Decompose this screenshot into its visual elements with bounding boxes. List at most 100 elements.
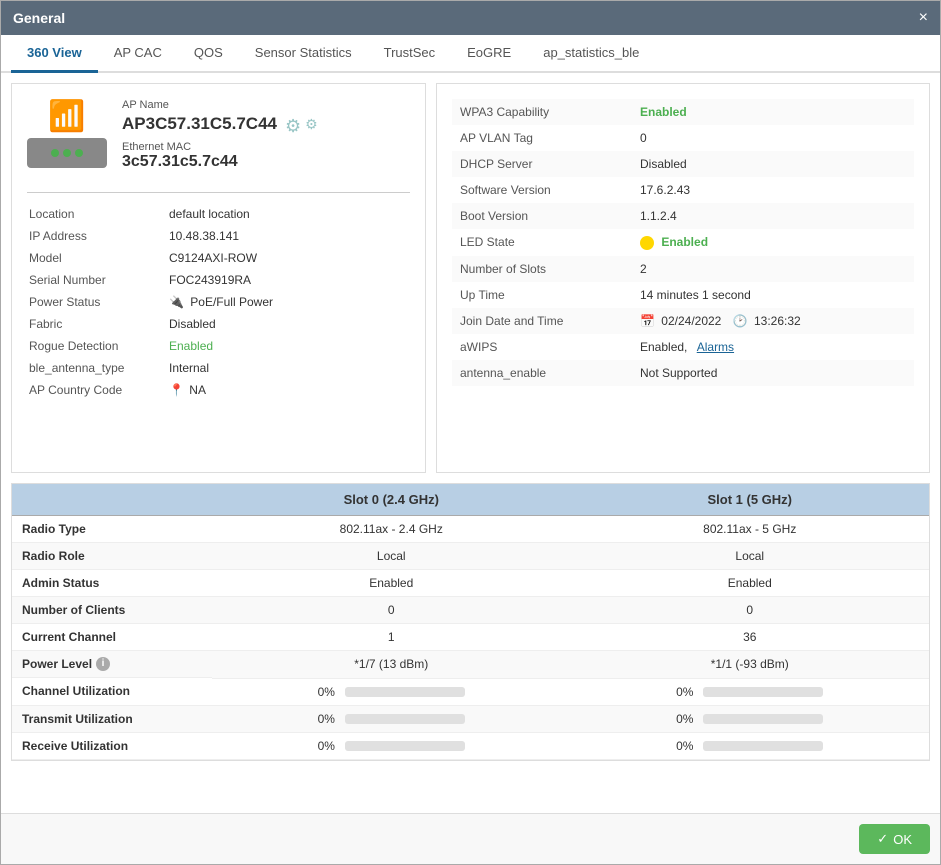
tab-apcac[interactable]: AP CAC — [98, 35, 178, 73]
left-panel: 📶 AP Name — [11, 83, 426, 473]
util-pct-1-rx: 0% — [676, 739, 693, 753]
value-ble: Internal — [167, 357, 410, 379]
awips-alarms-link[interactable]: Alarms — [697, 340, 734, 354]
right-label-boot: Boot Version — [452, 203, 632, 229]
right-label-uptime: Up Time — [452, 282, 632, 308]
ap-wifi-icon: 📶 — [27, 99, 107, 172]
util-pct-0-channel: 0% — [318, 685, 335, 699]
tab-qos[interactable]: QOS — [178, 35, 239, 73]
right-row-boot: Boot Version 1.1.2.4 — [452, 203, 914, 229]
right-row-software: Software Version 17.6.2.43 — [452, 177, 914, 203]
right-value-boot: 1.1.2.4 — [632, 203, 914, 229]
tab-apstatsble[interactable]: ap_statistics_ble — [527, 35, 655, 73]
tab-bar: 360 View AP CAC QOS Sensor Statistics Tr… — [1, 35, 940, 73]
slot0-tx-util: 0% — [212, 705, 571, 732]
info-row-country: AP Country Code 📍 NA — [27, 379, 410, 401]
right-panel: WPA3 Capability Enabled AP VLAN Tag 0 DH… — [436, 83, 930, 473]
slot-row-radiotype: Radio Type 802.11ax - 2.4 GHz 802.11ax -… — [12, 516, 929, 543]
slot-row-tx-util: Transmit Utilization 0% 0% — [12, 705, 929, 732]
right-row-joindate: Join Date and Time 📅 02/24/2022 🕑 13:26:… — [452, 308, 914, 334]
slot-label-channel-util: Channel Utilization — [12, 678, 212, 705]
right-value-antenna: Not Supported — [632, 360, 914, 386]
label-serial: Serial Number — [27, 269, 167, 291]
slot-label-clients: Number of Clients — [12, 597, 212, 624]
ok-checkmark-icon: ✓ — [877, 831, 888, 847]
slot0-radiotype: 802.11ax - 2.4 GHz — [212, 516, 571, 543]
tab-sensorstats[interactable]: Sensor Statistics — [239, 35, 368, 73]
ap-device-dots — [51, 149, 83, 157]
slot-spacer — [12, 484, 212, 515]
util-cell-1-channel: 0% — [581, 685, 920, 699]
title-bar: General × — [1, 1, 940, 35]
label-power: Power Status — [27, 291, 167, 313]
value-ip: 10.48.38.141 — [167, 225, 410, 247]
slot-row-clients: Number of Clients 0 0 — [12, 597, 929, 624]
join-date: 02/24/2022 — [661, 314, 721, 328]
slot-label-radiorole: Radio Role — [12, 543, 212, 570]
gear-icon-1[interactable]: ⚙ — [285, 116, 301, 137]
util-pct-0-tx: 0% — [318, 712, 335, 726]
util-cell-1-tx: 0% — [581, 712, 920, 726]
window-title: General — [13, 10, 65, 26]
tab-360view[interactable]: 360 View — [11, 35, 98, 73]
tab-trustsec[interactable]: TrustSec — [368, 35, 452, 73]
ethernet-mac-label: Ethernet MAC — [122, 141, 410, 153]
main-content: 📶 AP Name — [1, 73, 940, 813]
right-label-vlan: AP VLAN Tag — [452, 125, 632, 151]
slot-label-power: Power Level i — [12, 651, 212, 678]
gear-icons: ⚙ ⚙ — [285, 116, 318, 137]
value-fabric: Disabled — [167, 313, 410, 335]
slot1-channel: 36 — [571, 624, 930, 651]
right-row-led: LED State Enabled — [452, 229, 914, 256]
right-row-slots: Number of Slots 2 — [452, 256, 914, 282]
label-ip: IP Address — [27, 225, 167, 247]
ok-button[interactable]: ✓ OK — [859, 824, 930, 854]
info-row-rogue: Rogue Detection Enabled — [27, 335, 410, 357]
led-text: Enabled — [661, 235, 708, 249]
label-location: Location — [27, 203, 167, 225]
right-row-uptime: Up Time 14 minutes 1 second — [452, 282, 914, 308]
wifi-symbol: 📶 — [27, 99, 107, 134]
general-window: General × 360 View AP CAC QOS Sensor Sta… — [0, 0, 941, 865]
util-pct-0-rx: 0% — [318, 739, 335, 753]
right-value-software: 17.6.2.43 — [632, 177, 914, 203]
slot0-power: *1/7 (13 dBm) — [212, 651, 571, 679]
slot-row-radiorole: Radio Role Local Local — [12, 543, 929, 570]
slot1-radiotype: 802.11ax - 5 GHz — [571, 516, 930, 543]
slots-table: Radio Type 802.11ax - 2.4 GHz 802.11ax -… — [12, 516, 929, 760]
right-row-wpa3: WPA3 Capability Enabled — [452, 99, 914, 125]
power-level-label-text: Power Level — [22, 657, 92, 671]
slot0-admin: Enabled — [212, 570, 571, 597]
info-row-model: Model C9124AXI-ROW — [27, 247, 410, 269]
slot0-header: Slot 0 (2.4 GHz) — [212, 484, 571, 515]
value-power: 🔌 PoE/Full Power — [167, 291, 410, 313]
slot0-channel-util: 0% — [212, 678, 571, 705]
value-serial: FOC243919RA — [167, 269, 410, 291]
value-country: 📍 NA — [167, 379, 410, 401]
slots-header-row: Slot 0 (2.4 GHz) Slot 1 (5 GHz) — [12, 484, 929, 516]
gear-icon-2[interactable]: ⚙ — [305, 116, 318, 137]
info-row-fabric: Fabric Disabled — [27, 313, 410, 335]
slot-label-radiotype: Radio Type — [12, 516, 212, 543]
ap-info-text: AP Name AP3C57.31C5.7C44 ⚙ ⚙ Ethernet MA… — [122, 99, 410, 171]
right-value-awips: Enabled, Alarms — [632, 334, 914, 360]
info-icon: i — [96, 657, 110, 671]
join-time: 13:26:32 — [754, 314, 801, 328]
slot1-power: *1/1 (-93 dBm) — [571, 651, 930, 679]
ethernet-mac-value: 3c57.31c5.7c44 — [122, 153, 410, 171]
progress-bar-1-channel — [703, 687, 823, 697]
ok-label: OK — [893, 832, 912, 847]
util-cell-0-tx: 0% — [222, 712, 561, 726]
close-button[interactable]: × — [919, 9, 928, 27]
label-rogue: Rogue Detection — [27, 335, 167, 357]
label-fabric: Fabric — [27, 313, 167, 335]
slot1-header: Slot 1 (5 GHz) — [571, 484, 930, 515]
right-label-wpa3: WPA3 Capability — [452, 99, 632, 125]
dot-3 — [75, 149, 83, 157]
ap-header: 📶 AP Name — [27, 99, 410, 182]
calendar-icon: 📅 — [640, 314, 655, 328]
right-label-led: LED State — [452, 229, 632, 256]
slot0-radiorole: Local — [212, 543, 571, 570]
led-dot-icon — [640, 236, 654, 250]
tab-eogre[interactable]: EoGRE — [451, 35, 527, 73]
